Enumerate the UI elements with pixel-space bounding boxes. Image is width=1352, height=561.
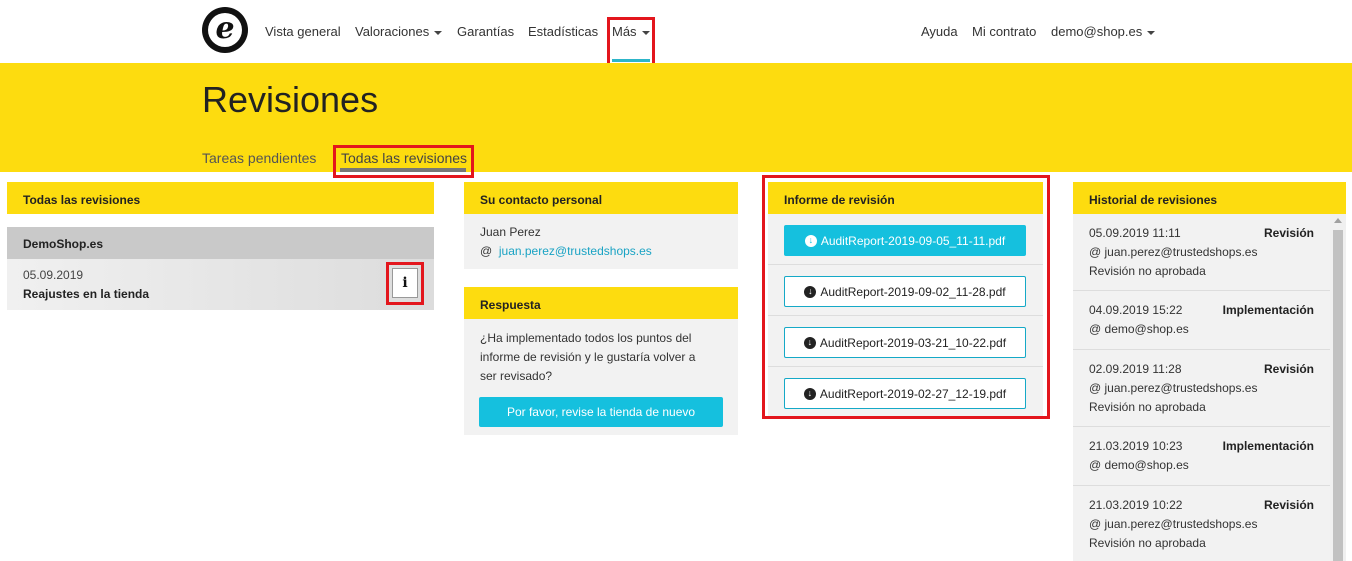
history-status: Revisión no aprobada	[1089, 400, 1206, 414]
highlight-box-info: i	[386, 262, 424, 305]
highlight-box-tab	[333, 145, 474, 178]
contact-email-link[interactable]: juan.perez@trustedshops.es	[499, 244, 652, 258]
response-question: ¿Ha implementado todos los puntos del in…	[480, 331, 696, 383]
nav-garantias[interactable]: Garantías	[457, 24, 514, 39]
history-status: Revisión no aprobada	[1089, 536, 1206, 550]
history-entry: 04.09.2019 15:22 Implementación @ demo@s…	[1073, 291, 1330, 350]
history-user: @ demo@shop.es	[1089, 458, 1189, 472]
history-user: @ juan.perez@trustedshops.es	[1089, 245, 1258, 259]
history-entry: 21.03.2019 10:23 Implementación @ demo@s…	[1073, 427, 1330, 486]
contact-email-row: @ juan.perez@trustedshops.es	[480, 244, 652, 258]
history-date: 05.09.2019 11:11	[1089, 226, 1181, 240]
review-list-item[interactable]: 05.09.2019 Reajustes en la tienda i	[7, 259, 434, 310]
history-date: 02.09.2019 11:28	[1089, 362, 1182, 376]
caret-down-icon	[1147, 30, 1156, 35]
history-date: 21.03.2019 10:22	[1089, 498, 1183, 512]
nav-estadisticas[interactable]: Estadísticas	[528, 24, 598, 39]
history-date: 04.09.2019 15:22	[1089, 303, 1183, 317]
tab-tareas-pendientes[interactable]: Tareas pendientes	[202, 150, 316, 166]
history-type: Revisión	[1263, 362, 1314, 376]
top-navbar: e Vista general Valoraciones Garantías E…	[0, 0, 1352, 68]
shop-name: DemoShop.es	[7, 227, 434, 259]
nav-valoraciones[interactable]: Valoraciones	[355, 24, 443, 39]
all-reviews-panel-title: Todas las revisiones	[7, 182, 434, 214]
at-icon: @	[480, 244, 493, 258]
history-entry: 21.03.2019 10:22 Revisión @ juan.perez@t…	[1073, 486, 1330, 561]
nav-ayuda[interactable]: Ayuda	[921, 24, 958, 39]
history-type: Revisión	[1263, 498, 1314, 512]
scroll-up-arrow-icon[interactable]	[1334, 218, 1342, 223]
nav-vista-general[interactable]: Vista general	[265, 24, 341, 39]
highlight-box-mas	[607, 17, 655, 68]
history-date: 21.03.2019 10:23	[1089, 439, 1183, 453]
caret-down-icon	[434, 30, 443, 35]
nav-mi-contrato[interactable]: Mi contrato	[972, 24, 1036, 39]
review-description: Reajustes en la tienda	[23, 287, 150, 301]
history-entry: 05.09.2019 11:11 Revisión @ juan.perez@t…	[1073, 214, 1330, 291]
history-panel-title: Historial de revisiones	[1073, 182, 1346, 214]
trusted-shops-logo[interactable]: e	[202, 7, 248, 53]
highlight-box-report	[762, 175, 1050, 419]
history-user: @ juan.perez@trustedshops.es	[1089, 381, 1258, 395]
contact-panel-body: Juan Perez @ juan.perez@trustedshops.es	[464, 214, 738, 269]
scrollbar-thumb[interactable]	[1333, 230, 1343, 561]
history-user: @ juan.perez@trustedshops.es	[1089, 517, 1258, 531]
history-type: Implementación	[1222, 303, 1314, 317]
contact-panel-title: Su contacto personal	[464, 182, 738, 214]
history-type: Revisión	[1263, 226, 1314, 240]
request-new-review-button[interactable]: Por favor, revise la tienda de nuevo	[479, 397, 723, 427]
review-date: 05.09.2019	[23, 268, 84, 282]
response-panel-body: ¿Ha implementado todos los puntos del in…	[464, 319, 738, 435]
history-scrollbar[interactable]	[1330, 214, 1346, 561]
history-status: Revisión no aprobada	[1089, 264, 1206, 278]
history-type: Implementación	[1222, 439, 1314, 453]
contact-name: Juan Perez	[480, 225, 541, 239]
page-title: Revisiones	[202, 79, 379, 120]
history-entry: 02.09.2019 11:28 Revisión @ juan.perez@t…	[1073, 350, 1330, 427]
response-panel-title: Respuesta	[464, 287, 738, 319]
info-icon[interactable]: i	[392, 268, 418, 298]
history-user: @ demo@shop.es	[1089, 322, 1189, 336]
nav-user-menu[interactable]: demo@shop.es	[1051, 24, 1156, 39]
